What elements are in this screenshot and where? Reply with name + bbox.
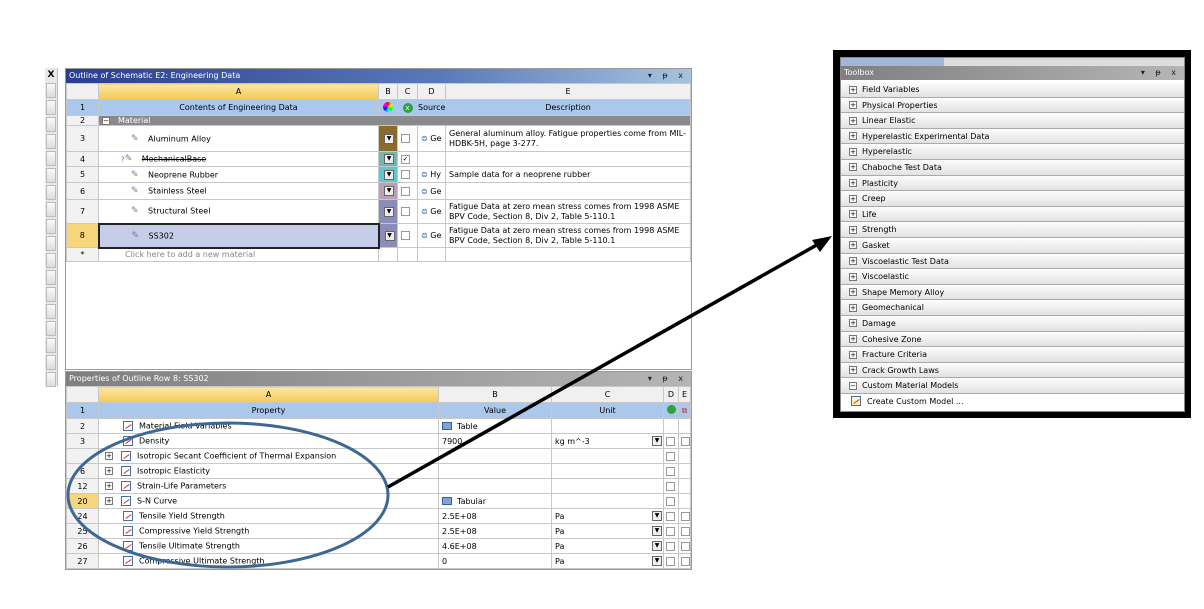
highlight-ellipse xyxy=(66,421,390,569)
annotation-overlay xyxy=(66,236,832,569)
arrow-head xyxy=(812,236,832,252)
arrow-line xyxy=(387,240,823,489)
